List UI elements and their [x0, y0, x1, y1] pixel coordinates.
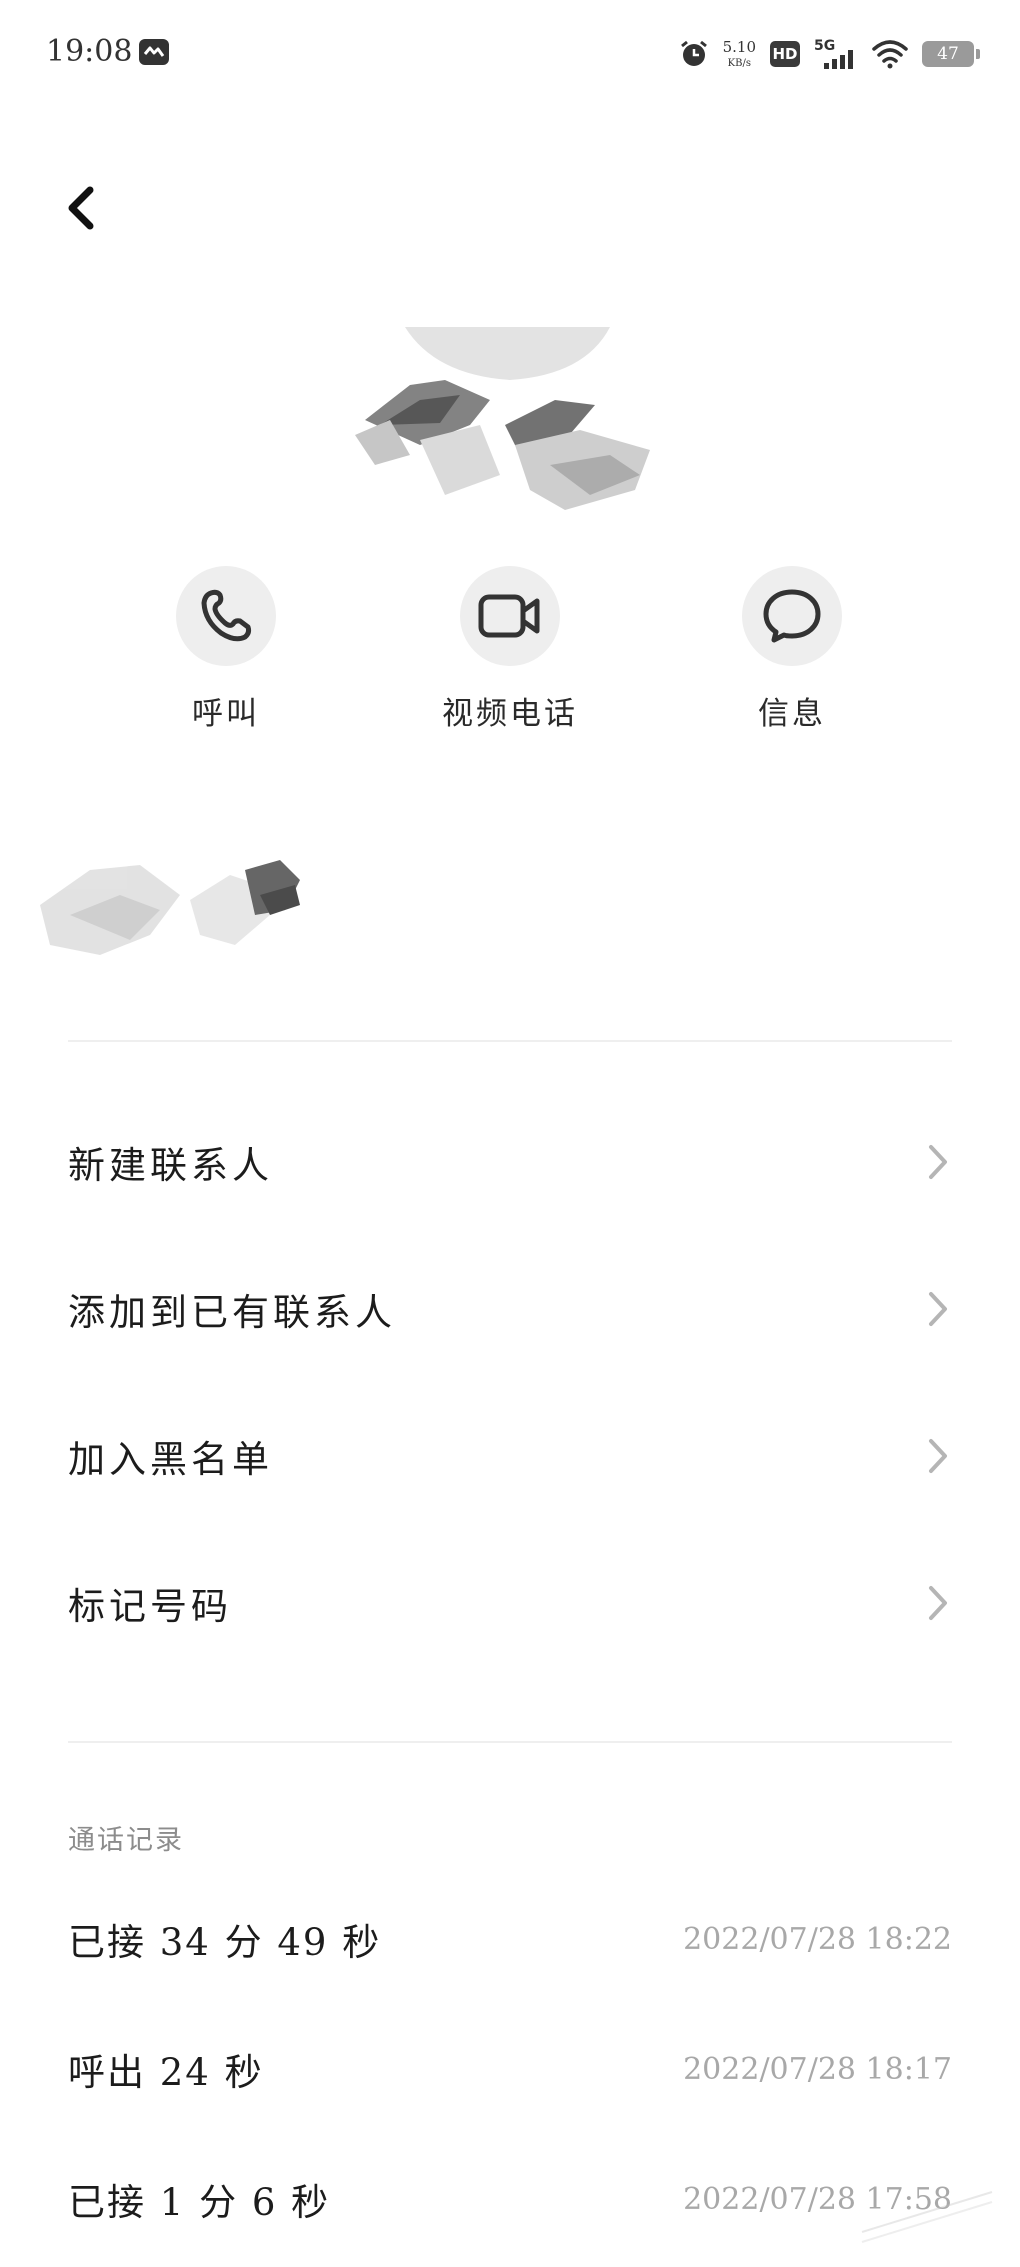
call-log-time: 2022/07/28 18:17: [683, 2051, 952, 2087]
menu-item-label: 添加到已有联系人: [68, 1291, 396, 1334]
hd-icon: HD: [770, 41, 800, 67]
menu-item-label: 加入黑名单: [68, 1438, 273, 1481]
message-action-button[interactable]: 信息: [692, 566, 892, 733]
net-speed-unit: KB/s: [727, 57, 751, 69]
video-call-action-label: 视频电话: [442, 696, 578, 732]
wifi-icon: [872, 40, 908, 69]
call-log-time: 2022/07/28 18:22: [683, 1921, 952, 1957]
menu-item-add-to-blacklist[interactable]: 加入黑名单: [68, 1406, 952, 1506]
message-bubble-icon: [763, 589, 821, 643]
menu-item-label: 标记号码: [68, 1585, 232, 1628]
call-log-desc: 已接 34 分 49 秒: [68, 1921, 382, 1964]
call-log-entry: 呼出 24 秒 2022/07/28 18:17: [68, 2034, 952, 2104]
back-button[interactable]: [52, 178, 112, 238]
video-call-action-button[interactable]: 视频电话: [410, 566, 610, 733]
call-action-label: 呼叫: [192, 696, 260, 732]
call-log-desc: 已接 1 分 6 秒: [68, 2181, 331, 2224]
chevron-right-icon: [929, 1439, 947, 1473]
call-log-entry: 已接 1 分 6 秒 2022/07/28 17:58: [68, 2164, 952, 2234]
net-speed-value: 5.10: [722, 37, 756, 56]
message-action-label: 信息: [758, 696, 826, 732]
call-action-circle[interactable]: [176, 566, 276, 666]
chevron-right-icon: [929, 1145, 947, 1179]
battery-icon: 47: [922, 41, 980, 67]
status-time: 19:08: [46, 34, 133, 69]
alarm-icon: [680, 40, 707, 66]
app-notification-icon: [139, 39, 169, 65]
network-label: 5G: [814, 38, 835, 54]
decorative-brush-image: [40, 860, 300, 955]
divider: [68, 1741, 952, 1743]
status-indicators: 5.10 KB/s HD 5G 47: [665, 32, 980, 76]
menu-item-new-contact[interactable]: 新建联系人: [68, 1112, 952, 1212]
menu-item-mark-number[interactable]: 标记号码: [68, 1553, 952, 1653]
watermark-logo: [861, 2191, 993, 2243]
call-action-button[interactable]: 呼叫: [126, 566, 326, 733]
signal-5g-icon: 5G: [814, 38, 853, 69]
call-log-entry: 已接 34 分 49 秒 2022/07/28 18:22: [68, 1904, 952, 1974]
call-log-desc: 呼出 24 秒: [68, 2051, 264, 2094]
chevron-right-icon: [929, 1586, 947, 1620]
contact-avatar: [355, 327, 650, 510]
net-speed: 5.10 KB/s: [722, 37, 756, 69]
phone-icon: [201, 589, 252, 642]
status-bar: 19:08 5.10 KB/s HD 5G 47: [0, 0, 1020, 110]
video-camera-icon: [478, 594, 540, 638]
menu-item-add-to-existing-contact[interactable]: 添加到已有联系人: [68, 1259, 952, 1359]
video-call-action-circle[interactable]: [460, 566, 560, 666]
divider: [68, 1040, 952, 1042]
chevron-right-icon: [929, 1292, 947, 1326]
call-log-title: 通话记录: [68, 1825, 184, 1856]
message-action-circle[interactable]: [742, 566, 842, 666]
menu-item-label: 新建联系人: [68, 1144, 273, 1187]
